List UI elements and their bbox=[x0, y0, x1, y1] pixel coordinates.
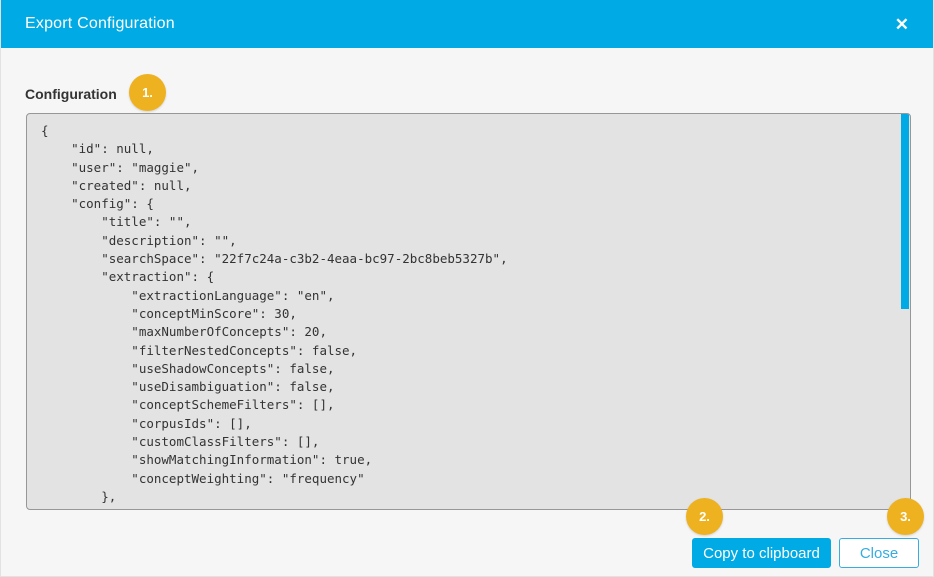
step-badge-2: 2. bbox=[686, 498, 723, 535]
configuration-textarea[interactable]: { "id": null, "user": "maggie", "created… bbox=[26, 113, 911, 510]
vertical-scrollbar-thumb[interactable] bbox=[901, 114, 909, 309]
close-icon[interactable]: ✕ bbox=[891, 12, 913, 37]
step-badge-1: 1. bbox=[129, 74, 166, 111]
configuration-field-label: Configuration bbox=[25, 86, 117, 102]
copy-to-clipboard-button[interactable]: Copy to clipboard bbox=[692, 538, 831, 568]
close-button[interactable]: Close bbox=[839, 538, 919, 568]
modal-header: Export Configuration ✕ bbox=[1, 0, 933, 48]
step-badge-3: 3. bbox=[887, 498, 924, 535]
page-title: Export Configuration bbox=[25, 15, 175, 33]
configuration-json-text: { "id": null, "user": "maggie", "created… bbox=[27, 114, 910, 510]
